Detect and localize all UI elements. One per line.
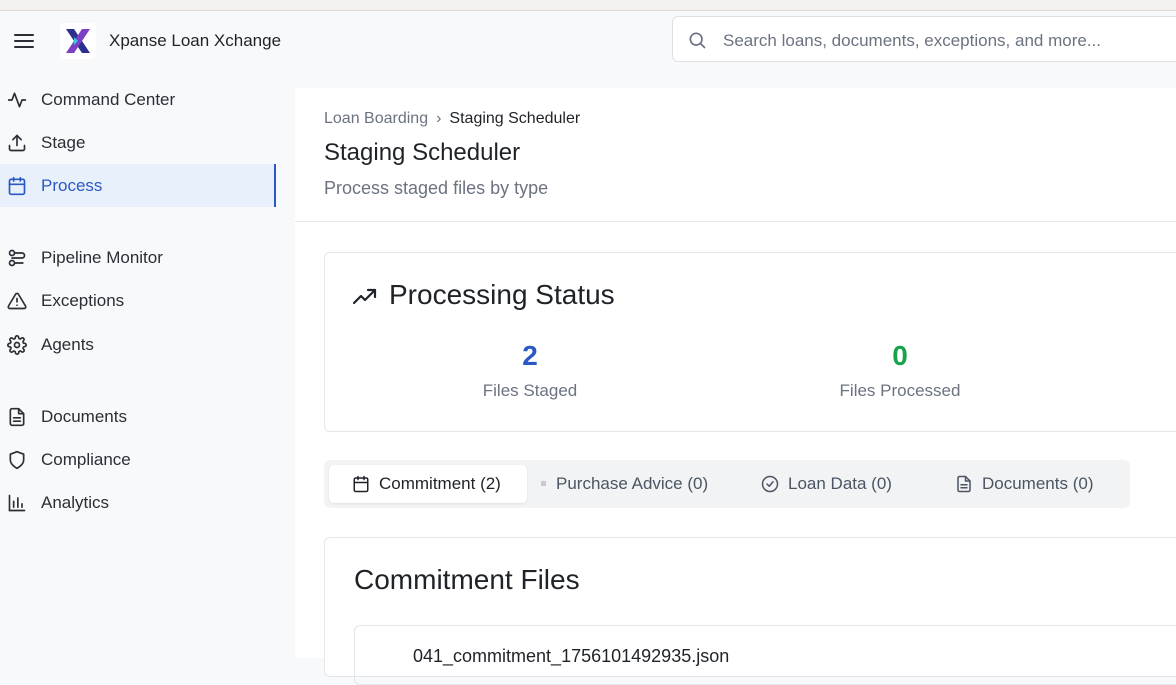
tab-label: Documents (0) bbox=[982, 474, 1094, 493]
menu-icon[interactable] bbox=[12, 29, 36, 53]
tab-purchase-advice[interactable]: Purchase Advice (0) bbox=[534, 465, 724, 503]
header-divider bbox=[295, 221, 1176, 222]
dot-icon bbox=[541, 481, 546, 486]
files-staged-label: Files Staged bbox=[482, 381, 578, 400]
sidebar-item-documents[interactable]: Documents bbox=[0, 395, 276, 438]
warning-triangle-icon bbox=[7, 292, 27, 310]
search-icon bbox=[689, 32, 706, 49]
page-subtitle: Process staged files by type bbox=[324, 178, 549, 198]
sidebar-item-label: Stage bbox=[41, 132, 86, 152]
file-type-tabs: Commitment (2) Purchase Advice (0) Loan … bbox=[324, 460, 1130, 508]
files-processed-label: Files Processed bbox=[839, 381, 961, 400]
sidebar-item-stage[interactable]: Stage bbox=[0, 121, 276, 164]
breadcrumb: Loan Boarding › Staging Scheduler bbox=[324, 110, 580, 128]
sidebar-item-pipeline-monitor[interactable]: Pipeline Monitor bbox=[0, 236, 276, 279]
sidebar-item-analytics[interactable]: Analytics bbox=[0, 481, 276, 524]
sidebar-item-label: Compliance bbox=[41, 449, 131, 469]
tab-documents[interactable]: Documents (0) bbox=[950, 465, 1130, 503]
sidebar-item-label: Analytics bbox=[41, 492, 110, 512]
sidebar-item-label: Process bbox=[41, 175, 103, 195]
app-title: Xpanse Loan Xchange bbox=[109, 31, 282, 50]
sidebar-item-label: Agents bbox=[41, 334, 94, 354]
trending-up-icon bbox=[353, 288, 377, 305]
breadcrumb-link-loan-boarding[interactable]: Loan Boarding bbox=[324, 110, 428, 127]
processing-status-card: Processing Status 2 Files Staged 0 Files… bbox=[324, 252, 1176, 432]
sidebar-item-label: Command Center bbox=[41, 89, 176, 109]
breadcrumb-separator: › bbox=[436, 110, 442, 127]
tab-commitment[interactable]: Commitment (2) bbox=[329, 465, 527, 503]
file-row[interactable]: 041_commitment_1756101492935.json bbox=[354, 625, 1176, 685]
search-input[interactable] bbox=[721, 27, 1165, 55]
calendar-icon bbox=[353, 475, 369, 493]
main-content: Loan Boarding › Staging Scheduler Staging … bbox=[295, 88, 1176, 685]
files-processed-count: 0 bbox=[892, 340, 908, 371]
sidebar-item-compliance[interactable]: Compliance bbox=[0, 438, 276, 481]
page-title: Staging Scheduler bbox=[324, 139, 521, 166]
check-circle-icon bbox=[761, 475, 779, 493]
sidebar-item-exceptions[interactable]: Exceptions bbox=[0, 279, 276, 322]
calendar-icon bbox=[8, 176, 26, 196]
breadcrumb-current: Staging Scheduler bbox=[449, 110, 581, 127]
workflow-icon bbox=[8, 249, 26, 267]
shield-icon bbox=[9, 450, 25, 470]
upload-icon bbox=[8, 134, 26, 152]
sidebar-item-process[interactable]: Process bbox=[0, 164, 276, 207]
commitment-files-title: Commitment Files bbox=[354, 564, 580, 595]
app-logo[interactable] bbox=[60, 23, 96, 59]
sidebar-item-command-center[interactable]: Command Center bbox=[0, 78, 276, 121]
file-name: 041_commitment_1756101492935.json bbox=[413, 646, 730, 666]
document-icon bbox=[9, 407, 25, 427]
tab-label: Purchase Advice (0) bbox=[556, 474, 709, 493]
commitment-files-card: Commitment Files 041_commitment_17561014… bbox=[324, 537, 1176, 685]
gear-icon bbox=[7, 335, 27, 355]
bar-chart-icon bbox=[8, 494, 26, 512]
sidebar-item-label: Pipeline Monitor bbox=[41, 247, 163, 267]
files-staged-count: 2 bbox=[522, 340, 538, 371]
global-search[interactable] bbox=[672, 16, 1176, 62]
activity-icon bbox=[7, 92, 27, 108]
window-top-edge bbox=[0, 0, 1176, 11]
tab-label: Commitment (2) bbox=[379, 474, 501, 493]
tab-loan-data[interactable]: Loan Data (0) bbox=[756, 465, 926, 503]
tab-label: Loan Data (0) bbox=[788, 474, 892, 493]
document-icon bbox=[957, 475, 971, 493]
sidebar-item-label: Exceptions bbox=[41, 290, 125, 310]
sidebar-item-label: Documents bbox=[41, 406, 127, 426]
processing-status-title: Processing Status bbox=[389, 279, 615, 310]
sidebar-item-agents[interactable]: Agents bbox=[0, 323, 276, 366]
app-header: Xpanse Loan Xchange bbox=[0, 11, 1176, 71]
